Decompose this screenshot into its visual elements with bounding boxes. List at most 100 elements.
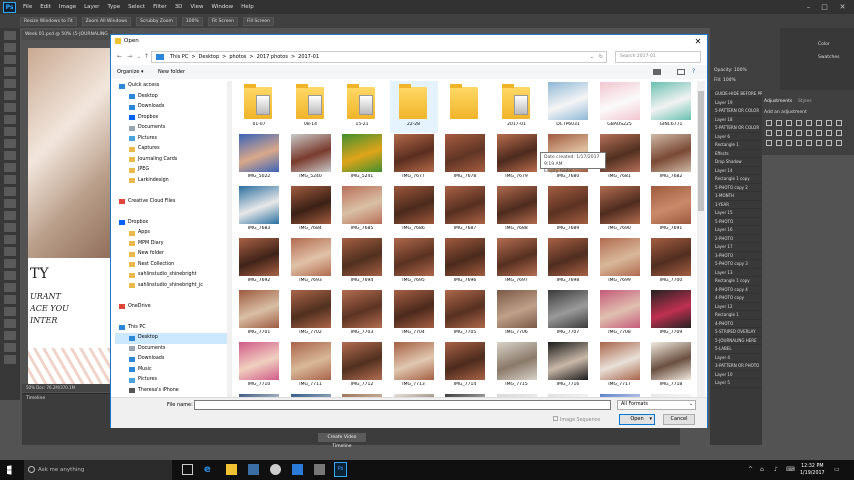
nav-item[interactable]: Pictures — [115, 134, 227, 145]
layer-row[interactable]: Layer 14 — [710, 167, 762, 175]
option-3[interactable]: 100% — [181, 16, 203, 26]
folder-item[interactable]: 01-07 — [235, 81, 283, 133]
nav-item[interactable]: Creative Cloud Files — [115, 197, 227, 208]
adjustment-icon[interactable] — [766, 120, 772, 126]
nav-item[interactable]: Desktop — [115, 333, 227, 344]
swatches-tab[interactable]: Swatches — [818, 55, 840, 60]
tool-icon[interactable] — [4, 247, 16, 256]
nav-item[interactable]: Apps — [115, 228, 227, 239]
adjustment-icon[interactable] — [796, 140, 802, 146]
tool-icon[interactable] — [4, 283, 16, 292]
layer-row[interactable]: 1-YEAR — [710, 201, 762, 209]
dialog-close-button[interactable]: ✕ — [692, 36, 704, 47]
image-file-item[interactable]: IMG_7713 — [390, 341, 438, 393]
address-dropdown-icon[interactable]: ⌄ — [590, 52, 594, 62]
folder-item[interactable]: 22-28 — [389, 81, 438, 133]
option-4[interactable]: Fit Screen — [207, 16, 238, 26]
help-icon[interactable]: ? — [692, 65, 695, 79]
folder-item[interactable]: 2017-01 — [493, 81, 541, 133]
adjustment-icon[interactable] — [796, 130, 802, 136]
layer-row[interactable]: 3-PHOTO — [710, 252, 762, 260]
image-file-item[interactable]: IMG_7683 — [235, 185, 283, 237]
menu-3d[interactable]: 3D — [171, 4, 187, 10]
adjustment-icon[interactable] — [806, 120, 812, 126]
adjustment-icon[interactable] — [766, 140, 772, 146]
photoshop-taskbar-icon[interactable]: Ps — [334, 462, 347, 477]
nav-item[interactable]: Dropbox — [115, 218, 227, 229]
nav-item[interactable]: This PC — [115, 323, 227, 334]
navigation-scrollbar[interactable] — [227, 81, 232, 397]
nav-item[interactable]: Quick access — [115, 81, 227, 92]
tool-icon[interactable] — [4, 307, 16, 316]
adjustment-icon[interactable] — [816, 140, 822, 146]
file-explorer-icon[interactable] — [226, 464, 237, 475]
menu-help[interactable]: Help — [237, 4, 258, 10]
document-canvas[interactable]: TY URANT ACE YOU INTER — [28, 48, 112, 384]
app-icon[interactable] — [270, 464, 281, 475]
tool-icon[interactable] — [4, 355, 16, 364]
adjustment-icon[interactable] — [766, 130, 772, 136]
tool-icon[interactable] — [4, 175, 16, 184]
adjustment-icon[interactable] — [836, 140, 842, 146]
tool-icon[interactable] — [4, 103, 16, 112]
adjustment-icon[interactable] — [776, 120, 782, 126]
nav-item[interactable]: Desktop — [115, 92, 227, 103]
image-file-item[interactable]: IMG_7711 — [287, 341, 335, 393]
adjustment-icon[interactable] — [786, 140, 792, 146]
tool-icon[interactable] — [4, 127, 16, 136]
layer-row[interactable]: 5-STRIPED OVERLAY — [710, 328, 762, 337]
preview-pane-icon[interactable] — [677, 69, 685, 75]
nav-item[interactable]: Nest Collection — [115, 260, 227, 271]
image-file-item[interactable]: GBAUS225 — [596, 81, 644, 133]
option-0[interactable]: Resize Windows to Fit — [20, 16, 77, 26]
timeline-tab[interactable]: Timeline — [26, 396, 45, 401]
tool-icon[interactable] — [4, 67, 16, 76]
image-file-item[interactable]: GINC6771 — [647, 81, 695, 133]
menu-edit[interactable]: Edit — [36, 4, 55, 10]
image-file-item[interactable]: IMG_7703 — [338, 289, 386, 341]
menu-type[interactable]: Type — [103, 4, 124, 10]
tool-icon[interactable] — [4, 199, 16, 208]
layer-row[interactable]: 5-PATTERN OR COLOR — [710, 124, 762, 133]
close-icon[interactable]: ✕ — [836, 0, 849, 14]
image-file-item[interactable]: IMG_7687 — [441, 185, 489, 237]
cancel-button[interactable]: Cancel — [663, 414, 695, 425]
adjustments-tab[interactable]: Adjustments — [764, 99, 792, 104]
address-bar[interactable]: This PC > Desktop > photos >2017 photos >2017-… — [151, 51, 607, 63]
option-5[interactable]: Fill Screen — [242, 16, 274, 26]
image-file-item[interactable]: IMG_7696 — [441, 237, 489, 289]
image-file-item[interactable]: IMG_5240 — [287, 133, 335, 185]
menu-file[interactable]: File — [19, 4, 36, 10]
layer-row[interactable]: Layer 18 — [710, 116, 762, 124]
styles-tab[interactable]: Styles — [798, 99, 812, 104]
up-arrow-icon[interactable]: ↑ — [144, 53, 149, 60]
tool-icon[interactable] — [4, 271, 16, 280]
adjustment-icon[interactable] — [816, 130, 822, 136]
nav-item[interactable]: Documents — [115, 344, 227, 355]
menu-window[interactable]: Window — [207, 4, 237, 10]
menu-view[interactable]: View — [186, 4, 207, 10]
adjustment-icon[interactable] — [786, 130, 792, 136]
layer-row[interactable]: 5-JOURNALING HERE — [710, 337, 762, 345]
layer-row[interactable]: 2-PHOTO — [710, 235, 762, 243]
layer-row[interactable]: Layer 5 — [710, 379, 762, 388]
tool-icon[interactable] — [4, 319, 16, 328]
image-file-item[interactable]: IMG_7693 — [287, 237, 335, 289]
recent-dropdown-icon[interactable]: ⌄ — [137, 54, 141, 60]
breadcrumb-item[interactable]: 2017-01 — [298, 52, 319, 62]
image-file-item[interactable]: IMG_7700 — [647, 237, 695, 289]
windows-start-icon[interactable] — [7, 465, 12, 475]
tool-icon[interactable] — [4, 187, 16, 196]
search-input[interactable]: Search 2017-01 — [615, 51, 701, 63]
breadcrumb-item[interactable]: This PC — [170, 52, 188, 62]
image-file-item[interactable]: IMG_7682 — [647, 133, 695, 185]
folder-item[interactable]: 15-21 — [338, 81, 386, 133]
image-file-item[interactable]: IMG_7694 — [338, 237, 386, 289]
image-file-item[interactable]: DCTP6031 — [544, 81, 592, 133]
image-file-item[interactable]: IMG_7714 — [441, 341, 489, 393]
folder-item[interactable]: 08-14 — [287, 81, 335, 133]
color-tab[interactable]: Color — [818, 42, 830, 47]
layer-row[interactable]: Layer 4 — [710, 354, 762, 362]
image-file-item[interactable]: IMG_7679 — [493, 133, 541, 185]
adjustment-icon[interactable] — [786, 120, 792, 126]
